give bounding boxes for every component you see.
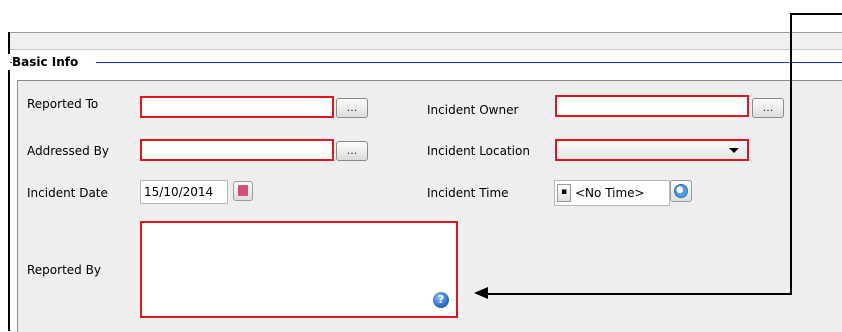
help-icon[interactable]: ? (433, 292, 449, 308)
annotation-arrowhead (474, 287, 488, 299)
incident-time-field[interactable]: ▪ <No Time> (554, 180, 670, 206)
time-spin-button[interactable]: ▪ (557, 184, 571, 202)
annotation-line-vertical (790, 13, 792, 295)
section-title: Basic Info (12, 54, 81, 70)
incident-owner-field[interactable] (555, 95, 749, 117)
incident-owner-label: Incident Owner (427, 103, 519, 117)
annotation-line-top (791, 13, 842, 15)
section-divider (96, 62, 842, 63)
reported-to-lookup-button[interactable]: ... (336, 98, 368, 118)
calendar-icon[interactable] (233, 181, 253, 201)
incident-time-value: <No Time> (575, 186, 645, 200)
calendar-icon-glyph (238, 185, 248, 196)
incident-time-label: Incident Time (427, 186, 509, 200)
addressed-by-field[interactable] (140, 139, 334, 161)
incident-date-field[interactable]: 15/10/2014 (140, 180, 228, 204)
clock-icon[interactable] (670, 180, 692, 202)
addressed-by-lookup-button[interactable]: ... (336, 141, 368, 161)
frame-left-edge (8, 32, 10, 331)
reported-by-textarea[interactable] (140, 221, 458, 318)
incident-location-select[interactable] (555, 139, 749, 161)
annotation-line-horizontal (484, 293, 792, 295)
clock-icon-glyph (674, 184, 688, 198)
reported-to-label: Reported To (27, 97, 99, 111)
header-strip (8, 32, 842, 50)
incident-date-label: Incident Date (27, 186, 108, 200)
incident-owner-lookup-button[interactable]: ... (752, 98, 784, 118)
addressed-by-label: Addressed By (27, 144, 109, 158)
reported-to-field[interactable] (140, 96, 334, 118)
chevron-down-icon (729, 148, 739, 153)
basic-info-section-header: Basic Info (8, 54, 842, 70)
reported-by-label: Reported By (27, 263, 101, 277)
incident-location-label: Incident Location (427, 144, 530, 158)
